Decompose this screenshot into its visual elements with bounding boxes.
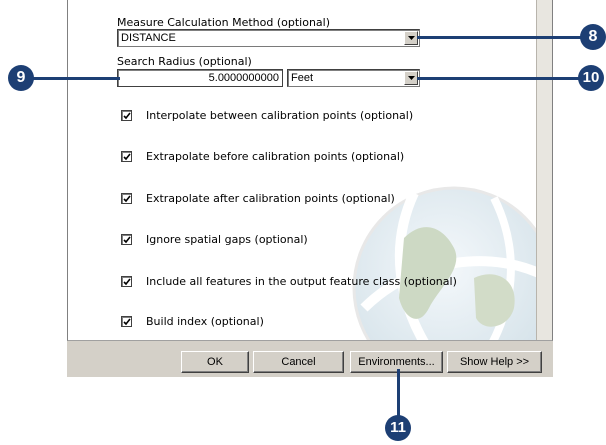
check-icon <box>123 236 131 244</box>
callout-9-leader <box>30 77 120 80</box>
radius-unit-dropdown[interactable]: Feet <box>287 69 420 87</box>
measure-method-dropdown[interactable]: DISTANCE <box>117 29 420 47</box>
checkbox-label: Extrapolate after calibration points (op… <box>146 192 395 205</box>
extrapolate-before-checkbox[interactable] <box>121 151 132 162</box>
check-icon <box>123 195 131 203</box>
chevron-down-icon[interactable] <box>404 31 418 45</box>
checkbox-label: Build index (optional) <box>146 315 264 328</box>
checkbox-label: Ignore spatial gaps (optional) <box>146 233 308 246</box>
tool-dialog: Measure Calculation Method (optional) DI… <box>67 0 553 377</box>
check-icon <box>123 278 131 286</box>
callout-11-leader <box>397 369 400 421</box>
radius-unit-value: Feet <box>291 72 314 84</box>
chevron-down-icon[interactable] <box>404 71 418 85</box>
measure-method-value: DISTANCE <box>121 32 176 44</box>
cancel-button[interactable]: Cancel <box>253 351 344 373</box>
checkbox-label: Include all features in the output featu… <box>146 275 457 288</box>
callout-11-badge: 11 <box>385 415 411 441</box>
measure-method-label: Measure Calculation Method (optional) <box>117 16 331 29</box>
callout-8-badge: 8 <box>580 24 606 50</box>
check-icon <box>123 153 131 161</box>
search-radius-input[interactable]: 5.0000000000 <box>117 69 283 87</box>
include-all-features-checkbox[interactable] <box>121 276 132 287</box>
show-help-button[interactable]: Show Help >> <box>447 351 542 373</box>
extrapolate-after-checkbox[interactable] <box>121 193 132 204</box>
checkbox-label: Extrapolate before calibration points (o… <box>146 150 405 163</box>
search-radius-value: 5.0000000000 <box>208 72 279 84</box>
check-icon <box>123 112 131 120</box>
vertical-scrollbar[interactable] <box>536 0 552 340</box>
parameters-panel: Measure Calculation Method (optional) DI… <box>67 0 553 341</box>
build-index-checkbox[interactable] <box>121 316 132 327</box>
check-icon <box>123 318 131 326</box>
checkbox-label: Interpolate between calibration points (… <box>146 109 414 122</box>
callout-8-leader <box>417 36 585 39</box>
callout-10-badge: 10 <box>578 65 604 91</box>
interpolate-checkbox[interactable] <box>121 110 132 121</box>
callout-10-leader <box>417 77 582 80</box>
callout-9-badge: 9 <box>8 65 34 91</box>
ignore-gaps-checkbox[interactable] <box>121 234 132 245</box>
ok-button[interactable]: OK <box>181 351 249 373</box>
search-radius-label: Search Radius (optional) <box>117 55 252 68</box>
